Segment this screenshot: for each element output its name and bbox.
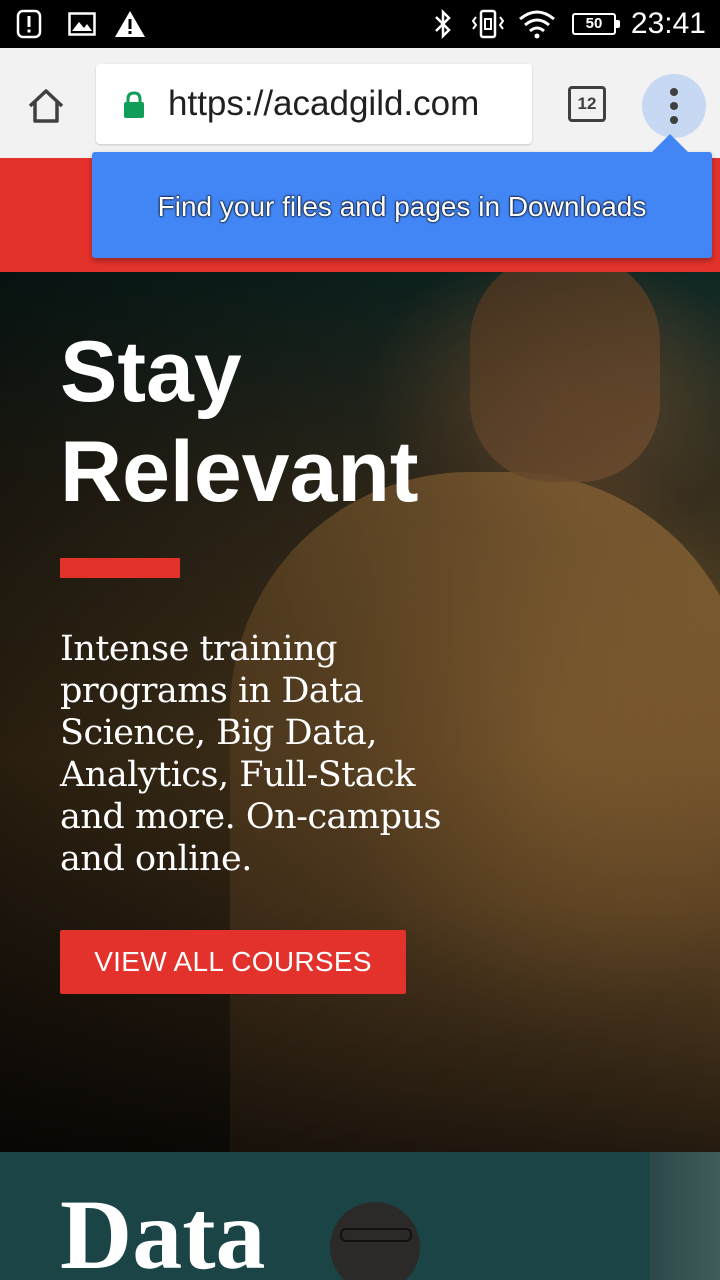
hero-description: Intense training programs in Data Scienc…: [60, 629, 442, 879]
home-button[interactable]: [18, 78, 74, 134]
hero-title: Stay Relevant: [60, 322, 660, 522]
tooltip-text: Find your files and pages in Downloads: [157, 191, 647, 222]
status-bar: 50 23:41: [0, 0, 720, 48]
alert-notification-icon: [16, 8, 42, 40]
menu-dot-icon: [670, 102, 678, 110]
home-icon: [28, 89, 64, 123]
hero-title-line2: Relevant: [60, 424, 419, 520]
address-bar[interactable]: https://acadgild.com: [96, 64, 532, 144]
url-text: https://acadgild.com: [168, 84, 480, 123]
section-background-image: [650, 1152, 720, 1280]
menu-dot-icon: [670, 88, 678, 96]
image-icon: [68, 8, 96, 40]
lock-icon: [122, 90, 146, 120]
section-title: Data: [60, 1179, 266, 1280]
vibrate-icon: [470, 8, 506, 40]
next-section: Data: [0, 1152, 720, 1280]
overflow-menu-button[interactable]: [642, 74, 706, 138]
hero-section: Stay Relevant Intense training programs …: [0, 272, 720, 1152]
title-divider: [60, 558, 180, 578]
glasses-shape: [340, 1228, 412, 1242]
browser-toolbar: https://acadgild.com 12: [0, 48, 720, 158]
clock: 23:41: [630, 7, 706, 40]
menu-dot-icon: [670, 116, 678, 124]
downloads-tooltip[interactable]: Find your files and pages in Downloads: [92, 134, 712, 258]
wifi-icon: [518, 8, 556, 40]
view-all-courses-button[interactable]: VIEW ALL COURSES: [60, 930, 406, 994]
bluetooth-icon: [432, 8, 454, 40]
tab-switcher-button[interactable]: 12: [568, 86, 606, 122]
hero-title-line1: Stay: [60, 324, 242, 420]
battery-icon: 50: [572, 13, 620, 35]
warning-icon: [114, 8, 146, 40]
battery-level: 50: [585, 15, 603, 32]
